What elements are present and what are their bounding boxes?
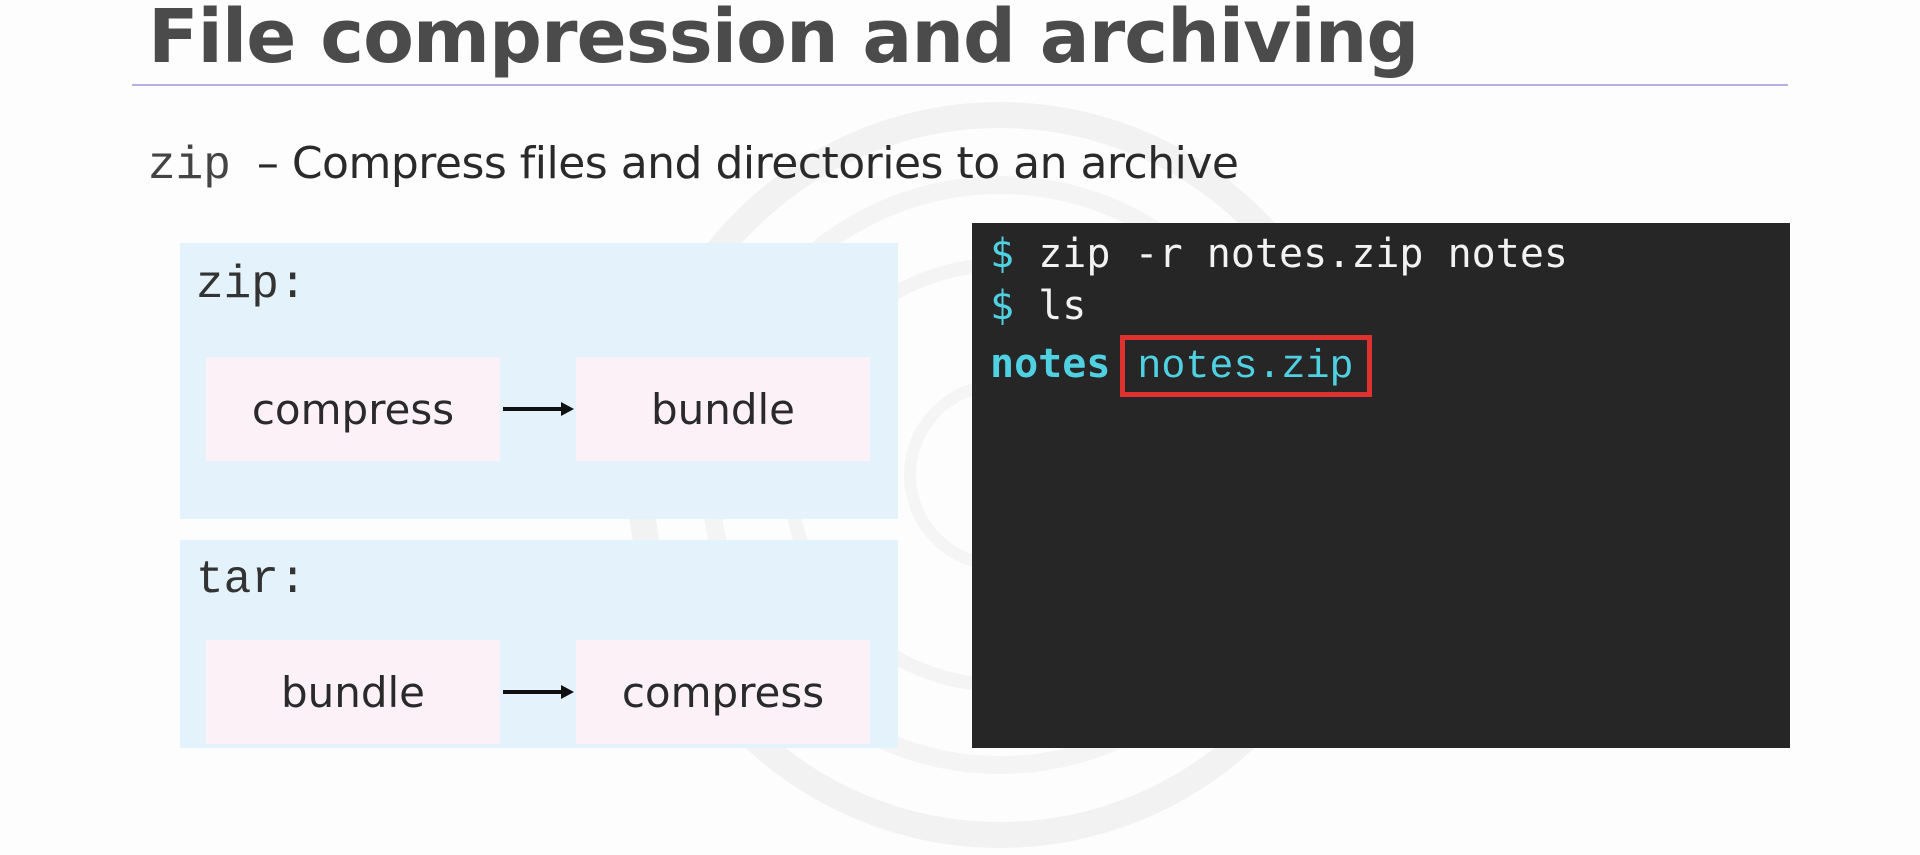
terminal-prompt: $ <box>990 231 1015 277</box>
zip-step-compress: compress <box>206 357 500 461</box>
arrow-right-icon <box>503 402 574 416</box>
terminal-line-zip: $ zip -r notes.zip notes <box>990 231 1568 277</box>
terminal-command: zip -r notes.zip notes <box>1038 231 1568 277</box>
terminal-output-directory: notes <box>990 341 1111 387</box>
zip-panel-label: zip: <box>196 259 307 311</box>
zip-panel: zip: compress bundle <box>180 243 898 519</box>
arrow-right-icon <box>503 685 574 699</box>
terminal-output-archive: notes.zip <box>1137 345 1354 390</box>
terminal-command: ls <box>1038 283 1087 329</box>
terminal-window: $ zip -r notes.zip notes $ ls notes notes… <box>972 223 1790 748</box>
subtitle-command: zip <box>148 140 231 192</box>
tar-step-bundle: bundle <box>206 640 500 744</box>
highlight-box: notes.zip <box>1120 335 1373 397</box>
zip-step-bundle: bundle <box>576 357 870 461</box>
terminal-line-ls: $ ls <box>990 283 1086 329</box>
slide-subtitle: zip – Compress files and directories to a… <box>148 138 1239 192</box>
tar-panel: tar: bundle compress <box>180 540 898 748</box>
tar-panel-label: tar: <box>196 554 307 606</box>
tar-step-compress: compress <box>576 640 870 744</box>
terminal-line-output: notes notes.zip <box>990 335 1373 397</box>
slide-title: File compression and archiving <box>148 0 1419 80</box>
title-divider <box>132 84 1788 86</box>
subtitle-description: – Compress files and directories to an a… <box>256 138 1239 189</box>
terminal-prompt: $ <box>990 283 1015 329</box>
